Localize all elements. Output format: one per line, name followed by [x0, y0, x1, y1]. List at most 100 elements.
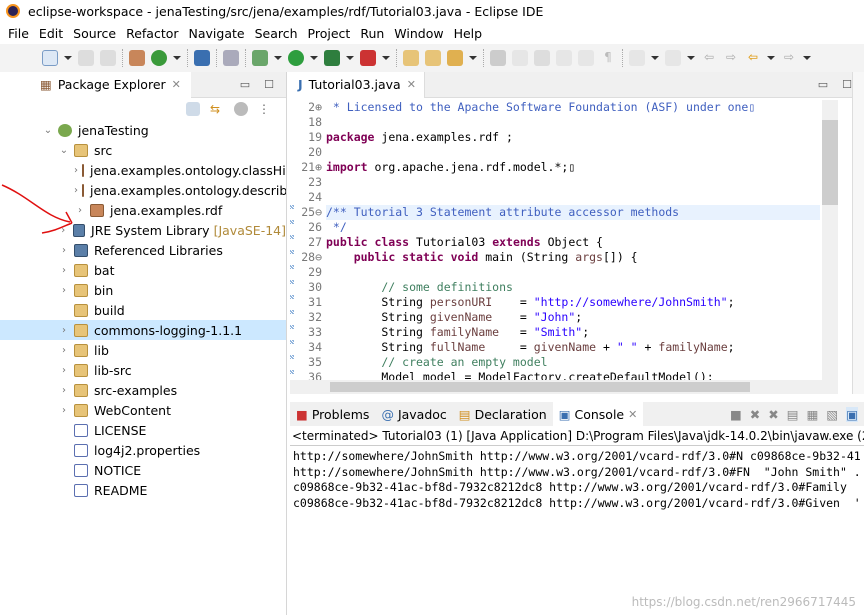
search-dropdown-icon[interactable]	[469, 56, 477, 60]
open-type-icon[interactable]	[403, 50, 419, 66]
remove-all-icon[interactable]: ✖	[768, 407, 778, 422]
minimize-icon[interactable]: ▭	[240, 78, 250, 91]
whitespace-icon[interactable]: ¶	[600, 50, 616, 66]
save-icon[interactable]	[78, 50, 94, 66]
line-number[interactable]: 30	[290, 280, 326, 295]
coverage-icon[interactable]	[324, 50, 340, 66]
chevron-right-icon[interactable]: ›	[58, 385, 70, 396]
forward-dropdown-icon[interactable]	[803, 56, 811, 60]
prev-annotation-dropdown-icon[interactable]	[687, 56, 695, 60]
tab-declaration[interactable]: ▤ Declaration	[453, 402, 553, 426]
new-package-icon[interactable]	[129, 50, 145, 66]
tree-item[interactable]: › lib	[0, 340, 286, 360]
word-wrap-icon[interactable]	[578, 50, 594, 66]
chevron-right-icon[interactable]: ›	[58, 405, 70, 416]
line-number[interactable]: 25⊖	[290, 205, 326, 220]
block-select-icon[interactable]	[556, 50, 572, 66]
chevron-right-icon[interactable]: ›	[58, 325, 70, 336]
tree-item[interactable]: › WebContent	[0, 400, 286, 420]
menu-run[interactable]: Run	[360, 26, 384, 41]
chevron-right-icon[interactable]: ›	[58, 285, 70, 296]
next-annotation-icon[interactable]	[629, 50, 645, 66]
tree-item[interactable]: › commons-logging-1.1.1	[0, 320, 286, 340]
line-number[interactable]: 20	[290, 145, 326, 160]
next-annotation-dropdown-icon[interactable]	[651, 56, 659, 60]
tree-item[interactable]: README	[0, 480, 286, 500]
open-folder-icon[interactable]	[425, 50, 441, 66]
search-icon[interactable]	[447, 50, 463, 66]
debug-dropdown-icon[interactable]	[274, 56, 282, 60]
menu-source[interactable]: Source	[73, 26, 116, 41]
tree-item[interactable]: ⌄ jenaTesting	[0, 120, 286, 140]
chevron-down-icon[interactable]: ⌄	[42, 125, 54, 136]
external-tools-icon[interactable]	[360, 50, 376, 66]
external-tools-dropdown-icon[interactable]	[382, 56, 390, 60]
line-number[interactable]: 32	[290, 310, 326, 325]
highlight-icon[interactable]	[512, 50, 528, 66]
tree-item[interactable]: › bin	[0, 280, 286, 300]
debug-icon[interactable]	[252, 50, 268, 66]
menu-search[interactable]: Search	[255, 26, 298, 41]
tree-item[interactable]: › lib-src	[0, 360, 286, 380]
tree-item[interactable]: › bat	[0, 260, 286, 280]
chevron-right-icon[interactable]: ›	[58, 365, 70, 376]
view-menu-icon[interactable]: ⋮	[258, 102, 270, 116]
tree-item[interactable]: NOTICE	[0, 460, 286, 480]
new-class-icon[interactable]	[151, 50, 167, 66]
line-number[interactable]: 29	[290, 265, 326, 280]
filters-icon[interactable]	[234, 102, 248, 116]
annotation-icon[interactable]	[490, 50, 506, 66]
chevron-right-icon[interactable]: ›	[58, 245, 70, 256]
tab-problems[interactable]: ■ Problems	[290, 402, 375, 426]
code-area[interactable]: 2⊕ * Licensed to the Apache Software Fou…	[290, 100, 820, 380]
console-output[interactable]: http://somewhere/JohnSmith http://www.w3…	[290, 446, 864, 511]
breadcrumb-icon[interactable]	[534, 50, 550, 66]
close-icon[interactable]: ✕	[172, 78, 181, 91]
run-icon[interactable]	[288, 50, 304, 66]
line-number[interactable]: 21⊕	[290, 160, 326, 175]
menu-file[interactable]: File	[8, 26, 29, 41]
editor-tab-tutorial03[interactable]: J Tutorial03.java ✕	[290, 71, 425, 98]
tree-item[interactable]: › src-examples	[0, 380, 286, 400]
save-all-icon[interactable]	[100, 50, 116, 66]
display-console-icon[interactable]: ▣	[846, 406, 858, 422]
link-with-editor-icon[interactable]: ⇆	[210, 102, 224, 116]
terminate-icon[interactable]: ■	[730, 407, 742, 422]
horizontal-scrollbar[interactable]	[290, 380, 838, 394]
line-number[interactable]: 34	[290, 340, 326, 355]
line-number[interactable]: 18	[290, 115, 326, 130]
remove-launch-icon[interactable]: ✖	[750, 407, 760, 422]
tree-item[interactable]: › Referenced Libraries	[0, 240, 286, 260]
prev-annotation-icon[interactable]	[665, 50, 681, 66]
skip-breakpoints-icon[interactable]	[223, 50, 239, 66]
last-edit-icon[interactable]: ⇦	[701, 50, 717, 66]
maximize-icon[interactable]: ☐	[842, 78, 852, 91]
line-number[interactable]: 23	[290, 175, 326, 190]
tree-item[interactable]: LICENSE	[0, 420, 286, 440]
menu-edit[interactable]: Edit	[39, 26, 63, 41]
chevron-right-icon[interactable]: ›	[58, 345, 70, 356]
tree-item[interactable]: log4j2.properties	[0, 440, 286, 460]
line-number[interactable]: 2⊕	[290, 100, 326, 115]
forward-icon[interactable]: ⇨	[781, 50, 797, 66]
new-class-dropdown-icon[interactable]	[173, 56, 181, 60]
close-icon[interactable]: ✕	[628, 408, 637, 421]
line-number[interactable]: 35	[290, 355, 326, 370]
line-number[interactable]: 36	[290, 370, 326, 380]
vertical-scrollbar[interactable]	[822, 100, 838, 380]
back-icon[interactable]: ⇦	[745, 50, 761, 66]
tree-item[interactable]: ⌄ src	[0, 140, 286, 160]
menu-navigate[interactable]: Navigate	[189, 26, 245, 41]
coverage-dropdown-icon[interactable]	[346, 56, 354, 60]
line-number[interactable]: 19	[290, 130, 326, 145]
line-number[interactable]: 33	[290, 325, 326, 340]
line-number[interactable]: 27	[290, 235, 326, 250]
console-icon[interactable]	[194, 50, 210, 66]
tab-javadoc[interactable]: @ Javadoc	[375, 402, 452, 426]
line-number[interactable]: 31	[290, 295, 326, 310]
line-number[interactable]: 24	[290, 190, 326, 205]
tree-item[interactable]: build	[0, 300, 286, 320]
menu-window[interactable]: Window	[394, 26, 443, 41]
scroll-lock-icon[interactable]: ▦	[807, 407, 819, 422]
line-number[interactable]: 28⊖	[290, 250, 326, 265]
